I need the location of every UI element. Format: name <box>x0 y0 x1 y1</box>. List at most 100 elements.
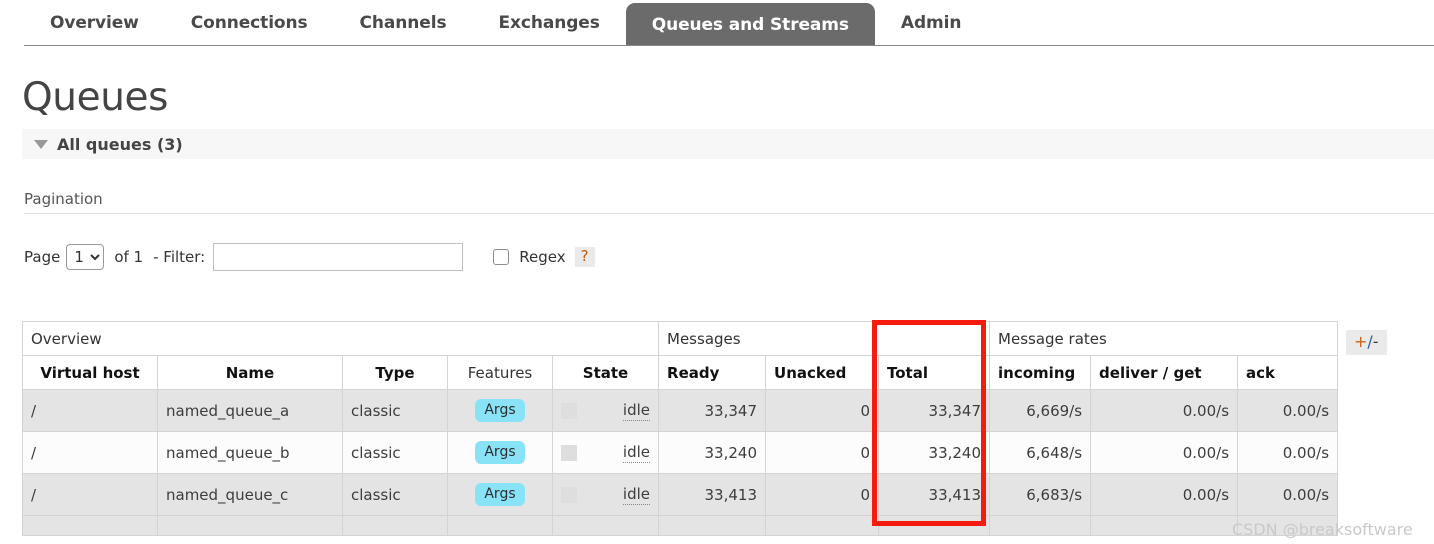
nav-tab-admin[interactable]: Admin <box>875 0 987 46</box>
cell-features: Args <box>447 431 553 474</box>
args-badge[interactable]: Args <box>475 399 525 422</box>
nav-tab-label: Admin <box>900 13 962 33</box>
state-label: idle <box>622 484 651 505</box>
column-header-name[interactable]: Name <box>157 355 343 390</box>
cell-deliver-get: 0.00/s <box>1090 473 1239 516</box>
page-label: Page <box>24 248 61 266</box>
all-queues-section-header[interactable]: All queues (3) <box>22 129 1434 159</box>
nav-tab-channels[interactable]: Channels <box>334 0 473 46</box>
regex-checkbox[interactable] <box>493 249 510 265</box>
column-header-features: Features <box>447 355 553 390</box>
state-indicator-icon <box>561 444 577 461</box>
column-header-ready[interactable]: Ready <box>658 355 767 390</box>
cell-state: idle <box>551 389 660 432</box>
cell-deliver-get: 0.00/s <box>1090 389 1239 432</box>
page-title: Queues <box>22 75 169 120</box>
nav-tab-label: Queues and Streams <box>651 14 849 35</box>
state-label: idle <box>622 442 651 463</box>
nav-tab-queues-and-streams[interactable]: Queues and Streams <box>625 3 875 46</box>
footer-cell <box>551 515 660 536</box>
filter-input[interactable] <box>213 243 464 271</box>
cell-unacked: 0 <box>765 431 880 474</box>
cell-virtual-host: / <box>22 389 158 432</box>
column-header-deliver-get[interactable]: deliver / get <box>1090 355 1239 390</box>
column-header-state[interactable]: State <box>551 355 660 390</box>
footer-cell <box>658 515 767 536</box>
minus-icon: - <box>1372 332 1379 351</box>
nav-divider <box>24 45 1434 46</box>
column-header-virtual-host[interactable]: Virtual host <box>22 355 158 390</box>
state-label: idle <box>622 400 651 421</box>
cell-ready: 33,347 <box>658 389 767 432</box>
cell-type: classic <box>342 431 448 474</box>
toggle-columns-button[interactable]: +/- <box>1346 330 1387 355</box>
footer-cell <box>157 515 343 536</box>
table-group-header-row: Overview Messages Message rates <box>21 321 1339 356</box>
cell-total: 33,413 <box>878 473 991 516</box>
cell-unacked: 0 <box>765 473 880 516</box>
footer-cell <box>342 515 448 536</box>
table-row[interactable]: / named_queue_a classic Args idle 33,347… <box>22 389 1339 432</box>
column-header-total[interactable]: Total <box>878 355 991 390</box>
cell-state: idle <box>551 473 660 516</box>
watermark-text: CSDN @breaksoftware <box>1232 520 1413 539</box>
footer-cell <box>1090 515 1239 536</box>
state-indicator-icon <box>561 486 577 503</box>
nav-tab-label: Connections <box>190 13 308 33</box>
footer-cell <box>989 515 1092 536</box>
cell-queue-name[interactable]: named_queue_a <box>157 389 343 432</box>
page-root: Overview Connections Channels Exchanges … <box>0 0 1434 544</box>
queues-table-container: Overview Messages Message rates Virtual … <box>21 321 1339 536</box>
filter-label: - Filter: <box>153 248 206 266</box>
page-count-label: of 1 <box>114 248 144 266</box>
cell-virtual-host: / <box>22 473 158 516</box>
args-badge[interactable]: Args <box>475 483 525 506</box>
footer-cell <box>765 515 880 536</box>
cell-ready: 33,413 <box>658 473 767 516</box>
column-header-ack[interactable]: ack <box>1237 355 1339 390</box>
table-row[interactable]: / named_queue_c classic Args idle 33,413… <box>22 473 1339 516</box>
footer-cell <box>878 515 991 536</box>
cell-features: Args <box>447 473 553 516</box>
chevron-down-icon <box>34 139 48 149</box>
cell-type: classic <box>342 389 448 432</box>
pagination-divider <box>24 213 1434 214</box>
all-queues-label: All queues (3) <box>57 134 183 154</box>
column-header-type[interactable]: Type <box>342 355 448 390</box>
cell-queue-name[interactable]: named_queue_c <box>157 473 343 516</box>
cell-unacked: 0 <box>765 389 880 432</box>
main-navigation: Overview Connections Channels Exchanges … <box>0 0 1434 46</box>
table-row[interactable]: / named_queue_b classic Args idle 33,240… <box>22 431 1339 474</box>
regex-label: Regex <box>519 248 566 266</box>
cell-incoming: 6,683/s <box>989 473 1092 516</box>
help-icon[interactable]: ? <box>574 247 595 267</box>
cell-state: idle <box>551 431 660 474</box>
footer-cell <box>447 515 553 536</box>
nav-tab-exchanges[interactable]: Exchanges <box>472 0 625 46</box>
cell-total: 33,240 <box>878 431 991 474</box>
cell-queue-name[interactable]: named_queue_b <box>157 431 343 474</box>
page-select[interactable]: 1 <box>66 244 105 270</box>
queues-table: Overview Messages Message rates Virtual … <box>21 321 1339 536</box>
column-header-unacked[interactable]: Unacked <box>765 355 880 390</box>
footer-cell <box>22 515 158 536</box>
cell-ack: 0.00/s <box>1237 473 1339 516</box>
table-column-header-row: Virtual host Name Type Features State Re… <box>22 355 1339 390</box>
cell-type: classic <box>342 473 448 516</box>
cell-features: Args <box>447 389 553 432</box>
cell-ack: 0.00/s <box>1237 431 1339 474</box>
state-indicator-icon <box>561 402 577 419</box>
cell-ack: 0.00/s <box>1237 389 1339 432</box>
group-header-overview: Overview <box>21 321 660 356</box>
nav-tab-connections[interactable]: Connections <box>165 0 334 46</box>
column-header-incoming[interactable]: incoming <box>989 355 1092 390</box>
cell-incoming: 6,648/s <box>989 431 1092 474</box>
cell-virtual-host: / <box>22 431 158 474</box>
cell-total: 33,347 <box>878 389 991 432</box>
group-header-messages: Messages <box>658 321 991 356</box>
table-footer-row <box>22 515 1339 536</box>
nav-tab-label: Overview <box>50 13 139 33</box>
nav-tab-overview[interactable]: Overview <box>24 0 165 46</box>
args-badge[interactable]: Args <box>475 441 525 464</box>
nav-tab-list: Overview Connections Channels Exchanges … <box>24 0 987 46</box>
